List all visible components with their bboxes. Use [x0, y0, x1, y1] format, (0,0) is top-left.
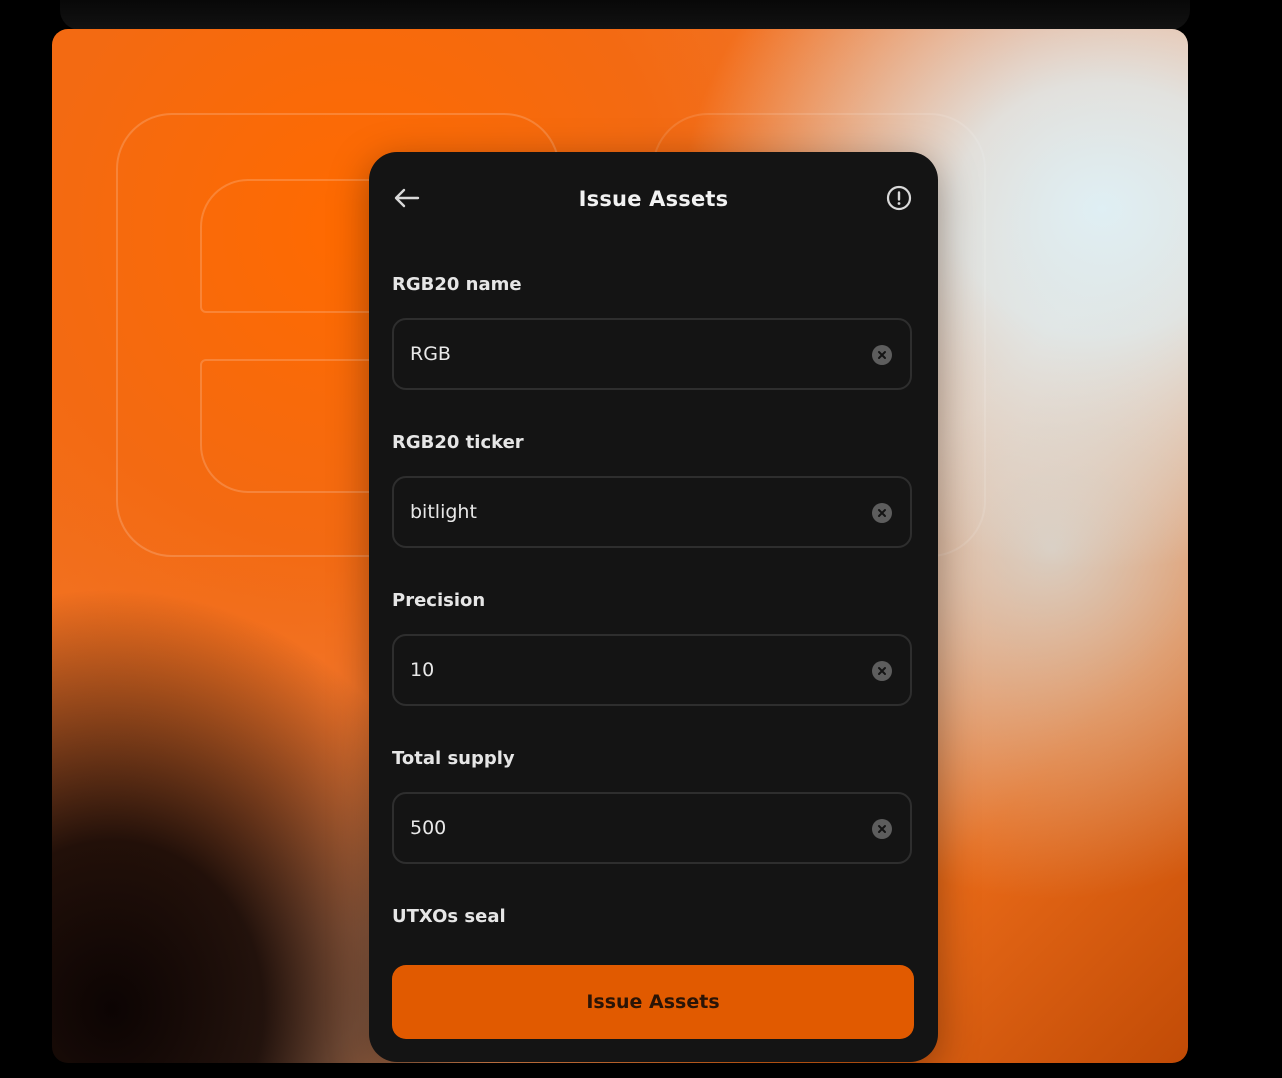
utxos-seal-label: UTXOs seal [392, 906, 506, 927]
rgb20-ticker-label: RGB20 ticker [392, 432, 524, 453]
top-edge-shadow [60, 0, 1190, 30]
precision-label: Precision [392, 590, 486, 611]
rgb20-ticker-input[interactable] [410, 478, 850, 546]
precision-field [392, 634, 912, 706]
total-supply-label: Total supply [392, 748, 515, 769]
info-button[interactable] [885, 184, 913, 212]
clear-circle-icon [878, 667, 886, 675]
total-supply-clear-button[interactable] [872, 819, 892, 839]
total-supply-input[interactable] [410, 794, 850, 862]
rgb20-ticker-clear-button[interactable] [872, 503, 892, 523]
clear-circle-icon [878, 509, 886, 517]
rgb20-name-input[interactable] [410, 320, 850, 388]
total-supply-field [392, 792, 912, 864]
panel-header: Issue Assets [369, 152, 938, 244]
precision-input[interactable] [410, 636, 850, 704]
rgb20-name-clear-button[interactable] [872, 345, 892, 365]
precision-clear-button[interactable] [872, 661, 892, 681]
rgb20-name-field [392, 318, 912, 390]
rgb20-ticker-field [392, 476, 912, 548]
issue-assets-panel: Issue Assets RGB20 name RGB20 ticker [369, 152, 938, 1062]
clear-circle-icon [878, 825, 886, 833]
info-circle-icon [886, 185, 912, 211]
page-title: Issue Assets [578, 187, 729, 211]
page: Issue Assets RGB20 name RGB20 ticker [0, 0, 1282, 1078]
clear-circle-icon [878, 351, 886, 359]
rgb20-name-label: RGB20 name [392, 274, 522, 295]
issue-assets-button[interactable]: Issue Assets [392, 965, 914, 1039]
